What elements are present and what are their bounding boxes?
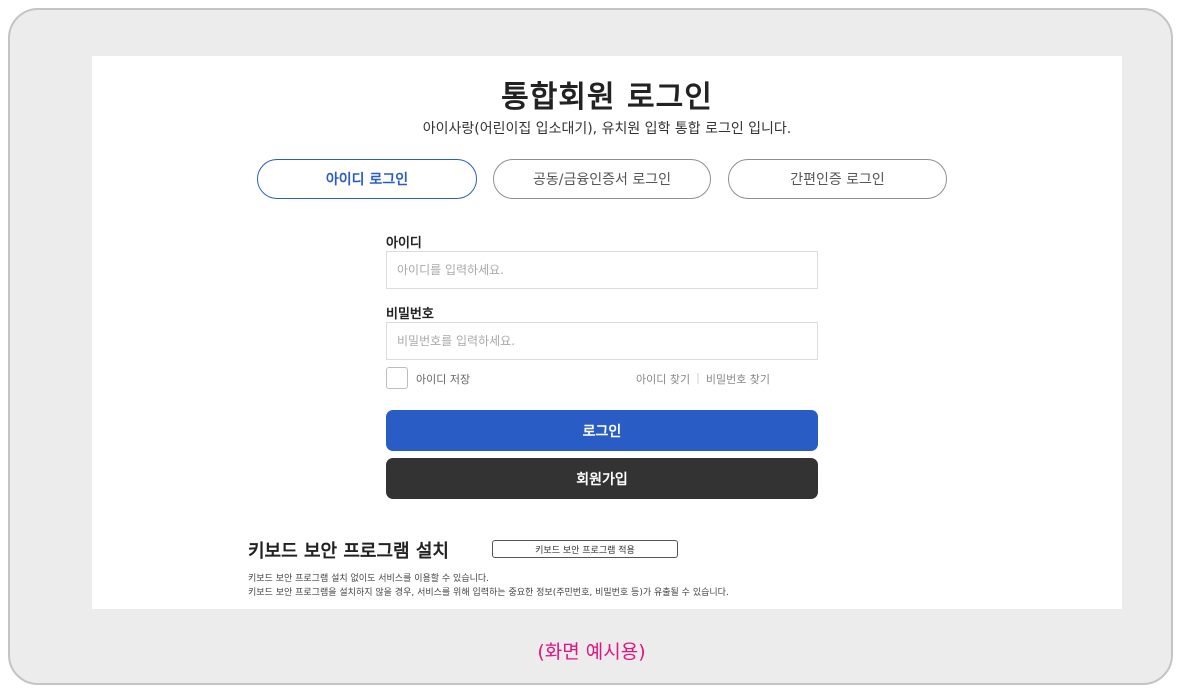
keyboard-security-apply-button[interactable]: 키보드 보안 프로그램 적용 bbox=[492, 540, 678, 558]
find-password-link[interactable]: 비밀번호 찾기 bbox=[706, 371, 770, 387]
example-caption: (화면 예시용) bbox=[537, 641, 646, 663]
tab-id-login[interactable]: 아이디 로그인 bbox=[257, 159, 477, 199]
password-input[interactable] bbox=[386, 322, 818, 360]
keyboard-security-title: 키보드 보안 프로그램 설치 bbox=[248, 541, 449, 562]
tab-certificate-login[interactable]: 공동/금융인증서 로그인 bbox=[493, 159, 711, 199]
find-links: 아이디 찾기 | 비밀번호 찾기 bbox=[636, 371, 770, 387]
outer-frame: 통합회원 로그인 아이사랑(어린이집 입소대기), 유치원 입학 통합 로그인 … bbox=[8, 8, 1173, 685]
link-separator: | bbox=[696, 371, 700, 384]
save-id-label: 아이디 저장 bbox=[416, 373, 471, 386]
tab-simple-auth-login[interactable]: 간편인증 로그인 bbox=[728, 159, 947, 199]
id-label: 아이디 bbox=[386, 236, 422, 251]
keyboard-security-note-1: 키보드 보안 프로그램 설치 없이도 서비스를 이용할 수 있습니다. bbox=[248, 574, 490, 584]
keyboard-security-note-2: 키보드 보안 프로그램을 설치하지 않을 경우, 서비스를 위해 입력하는 중요… bbox=[248, 588, 729, 598]
find-id-link[interactable]: 아이디 찾기 bbox=[636, 371, 690, 387]
password-label: 비밀번호 bbox=[386, 307, 434, 322]
save-id-checkbox[interactable] bbox=[386, 367, 408, 389]
page-subtitle: 아이사랑(어린이집 입소대기), 유치원 입학 통합 로그인 입니다. bbox=[422, 121, 792, 137]
login-panel: 통합회원 로그인 아이사랑(어린이집 입소대기), 유치원 입학 통합 로그인 … bbox=[92, 56, 1122, 609]
page-title: 통합회원 로그인 bbox=[501, 80, 713, 115]
login-button[interactable]: 로그인 bbox=[386, 410, 818, 451]
id-input[interactable] bbox=[386, 251, 818, 289]
signup-button[interactable]: 회원가입 bbox=[386, 458, 818, 499]
